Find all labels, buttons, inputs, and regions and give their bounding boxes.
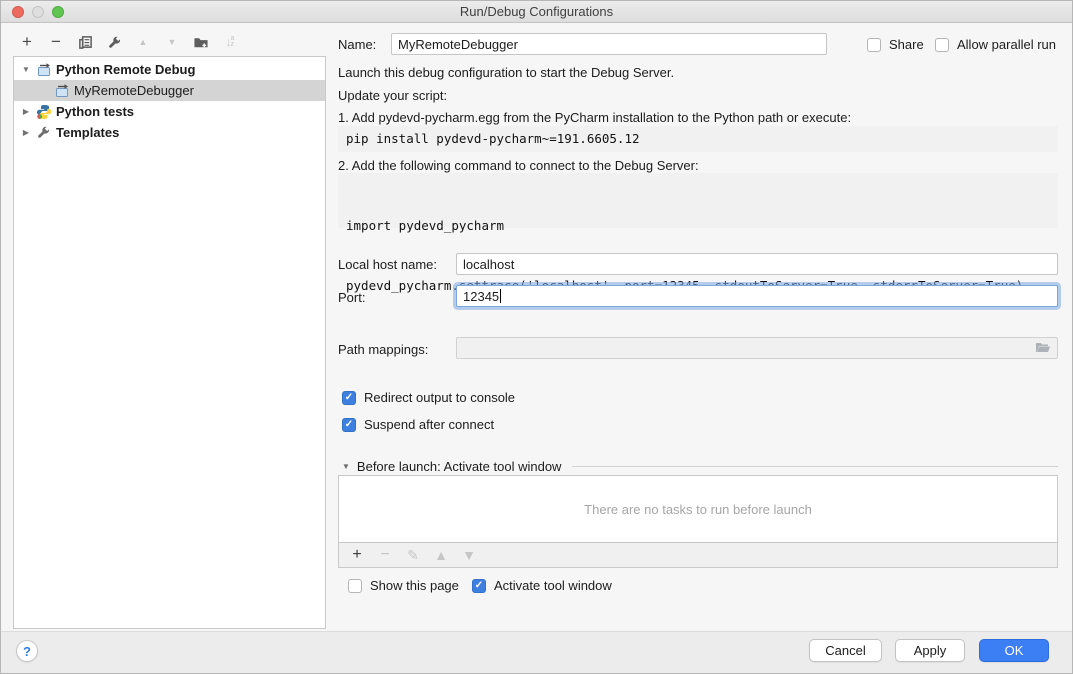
name-input-value: MyRemoteDebugger [398, 37, 518, 52]
port-value: 12345 [463, 289, 499, 304]
cancel-button[interactable]: Cancel [809, 639, 882, 662]
before-launch-task-list[interactable]: There are no tasks to run before launch [338, 475, 1058, 543]
close-window-button[interactable] [12, 6, 24, 18]
collapse-arrow-icon[interactable]: ▼ [342, 462, 350, 471]
step2-text: 2. Add the following command to connect … [338, 158, 699, 173]
before-launch-title: Before launch: Activate tool window [357, 459, 562, 474]
name-input[interactable]: MyRemoteDebugger [391, 33, 827, 55]
show-this-page-row[interactable]: Show this page [348, 578, 459, 593]
allow-parallel-run-checkbox[interactable] [935, 38, 949, 52]
zoom-window-button[interactable] [52, 6, 64, 18]
suspend-after-connect-row[interactable]: ✓ Suspend after connect [342, 417, 494, 432]
before-launch-section-header[interactable]: ▼ Before launch: Activate tool window [342, 459, 1058, 474]
run-configuration-icon [54, 83, 70, 99]
templates-wrench-icon [36, 125, 52, 141]
before-launch-toolbar: + − ✎ ▲ ▼ [338, 543, 1058, 568]
show-this-page-label: Show this page [370, 578, 459, 593]
tree-item-label: Python tests [56, 104, 134, 119]
share-label: Share [889, 37, 924, 52]
edit-task-pencil-icon: ✎ [405, 547, 421, 563]
port-label: Port: [338, 290, 365, 305]
ok-button[interactable]: OK [979, 639, 1049, 662]
remove-configuration-icon[interactable]: − [48, 34, 64, 50]
step1-text: 1. Add pydevd-pycharm.egg from the PyCha… [338, 110, 851, 125]
configurations-tree: ▼ Python Remote Debug MyRemoteDebugger ▶… [13, 56, 326, 629]
expand-arrow-icon[interactable]: ▶ [20, 107, 32, 116]
add-configuration-icon[interactable]: + [19, 34, 35, 50]
remove-task-icon: − [377, 547, 393, 563]
expand-arrow-icon[interactable]: ▶ [20, 128, 32, 137]
tree-item-myremotedebugger[interactable]: MyRemoteDebugger [14, 80, 325, 101]
suspend-after-connect-label: Suspend after connect [364, 417, 494, 432]
activate-tool-window-row[interactable]: ✓ Activate tool window [472, 578, 612, 593]
local-host-name-value: localhost [463, 257, 514, 272]
tree-item-python-remote-debug[interactable]: ▼ Python Remote Debug [14, 59, 325, 80]
allow-parallel-run-checkbox-row[interactable]: Allow parallel run [935, 37, 1056, 52]
footer-bar: ? Cancel Apply OK [1, 631, 1072, 673]
traffic-lights [12, 6, 64, 18]
python-tests-icon [36, 104, 52, 120]
pip-install-code: pip install pydevd-pycharm~=191.6605.12 [338, 126, 1058, 152]
tree-item-label: Templates [56, 125, 119, 140]
allow-parallel-run-label: Allow parallel run [957, 37, 1056, 52]
tree-item-templates[interactable]: ▶ Templates [14, 122, 325, 143]
redirect-output-label: Redirect output to console [364, 390, 515, 405]
configurations-toolbar: + − ▲ ▼ ↓ a z [19, 32, 238, 52]
path-mappings-input[interactable] [456, 337, 1058, 359]
intro-text: Launch this debug configuration to start… [338, 65, 674, 80]
open-folder-icon[interactable] [1035, 341, 1051, 355]
sort-letter-z: z [231, 42, 235, 48]
move-down-icon: ▼ [164, 34, 180, 50]
window-title: Run/Debug Configurations [460, 4, 613, 19]
tree-item-label: Python Remote Debug [56, 62, 195, 77]
section-rule [572, 466, 1058, 467]
settrace-code: import pydevd_pycharm pydevd_pycharm.set… [338, 173, 1058, 228]
run-configuration-icon [36, 62, 52, 78]
sort-configurations-icon: ↓ a z [222, 34, 238, 50]
show-this-page-checkbox[interactable] [348, 579, 362, 593]
path-mappings-label: Path mappings: [338, 342, 428, 357]
suspend-after-connect-checkbox[interactable]: ✓ [342, 418, 356, 432]
share-checkbox[interactable] [867, 38, 881, 52]
help-button[interactable]: ? [16, 640, 38, 662]
text-caret [500, 289, 501, 303]
empty-tasks-message: There are no tasks to run before launch [584, 502, 812, 517]
local-host-name-label: Local host name: [338, 257, 437, 272]
run-debug-configurations-dialog: Run/Debug Configurations + − ▲ ▼ ↓ a z ▼ [0, 0, 1073, 674]
share-checkbox-row[interactable]: Share [867, 37, 924, 52]
tree-item-python-tests[interactable]: ▶ Python tests [14, 101, 325, 122]
move-task-up-icon: ▲ [433, 547, 449, 563]
copy-configuration-icon[interactable] [77, 34, 93, 50]
apply-button[interactable]: Apply [895, 639, 965, 662]
local-host-name-input[interactable]: localhost [456, 253, 1058, 275]
edit-defaults-wrench-icon[interactable] [106, 34, 122, 50]
add-task-icon[interactable]: + [349, 547, 365, 563]
minimize-window-button [32, 6, 44, 18]
update-script-text: Update your script: [338, 88, 447, 103]
redirect-output-checkbox[interactable]: ✓ [342, 391, 356, 405]
name-label: Name: [338, 37, 376, 52]
new-folder-icon[interactable] [193, 34, 209, 50]
move-task-down-icon: ▼ [461, 547, 477, 563]
activate-tool-window-checkbox[interactable]: ✓ [472, 579, 486, 593]
move-up-icon: ▲ [135, 34, 151, 50]
activate-tool-window-label: Activate tool window [494, 578, 612, 593]
redirect-output-row[interactable]: ✓ Redirect output to console [342, 390, 515, 405]
settrace-code-line1: import pydevd_pycharm [346, 216, 1050, 236]
collapse-arrow-icon[interactable]: ▼ [20, 65, 32, 74]
title-bar: Run/Debug Configurations [1, 1, 1072, 23]
tree-item-label: MyRemoteDebugger [74, 83, 194, 98]
port-input[interactable]: 12345 [456, 285, 1058, 307]
